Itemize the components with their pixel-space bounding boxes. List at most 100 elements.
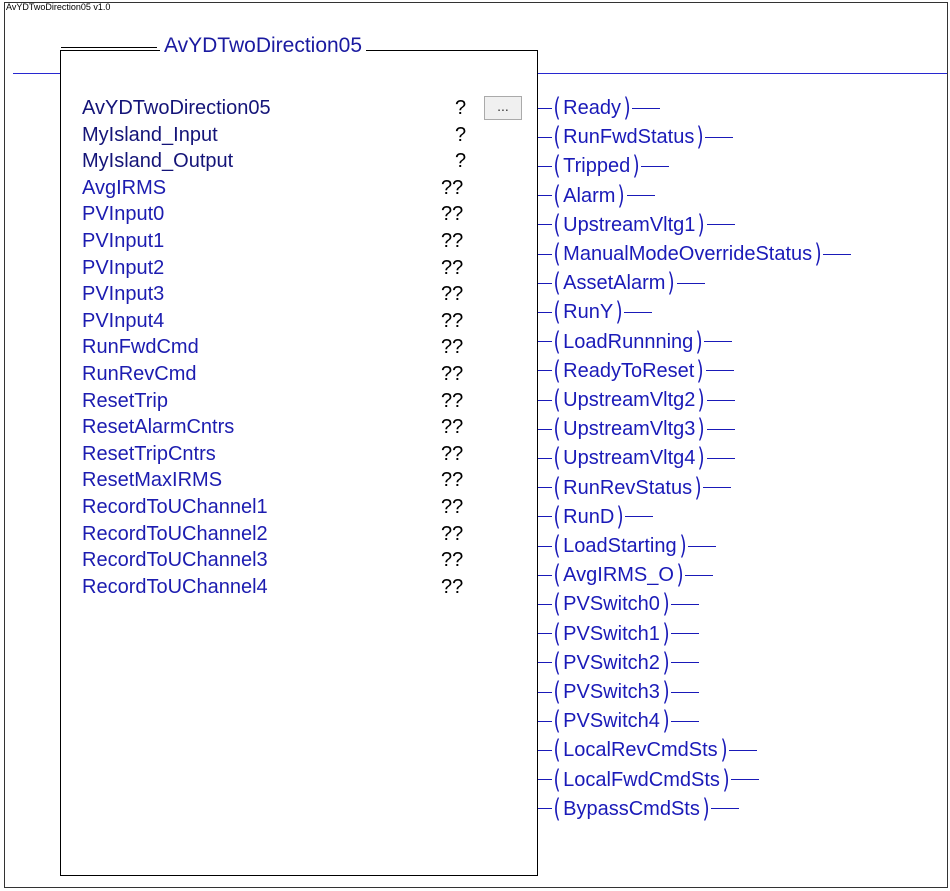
output-coil[interactable]: (UpstreamVltg4) [538,445,735,471]
output-coil[interactable]: (UpstreamVltg3) [538,416,735,442]
input-parameter-value[interactable]: ?? [441,442,463,466]
input-parameter-name[interactable]: PVInput1 [82,229,164,253]
input-parameter-value[interactable]: ?? [441,362,463,386]
output-coil[interactable]: (RunRevStatus) [538,475,732,501]
input-parameter-name[interactable]: RecordToUChannel2 [82,522,268,546]
output-coil-tag[interactable]: AvgIRMS_O [562,563,675,587]
input-parameter-value[interactable]: ?? [441,309,463,333]
coil-wire-out [624,311,653,313]
output-coil-tag[interactable]: ReadyToReset [562,359,695,383]
output-coil-tag[interactable]: LoadStarting [562,534,677,558]
output-coil[interactable]: (LocalFwdCmdSts) [538,767,760,793]
input-parameter-name[interactable]: MyIsland_Output [82,149,233,173]
input-parameter-name[interactable]: PVInput0 [82,202,164,226]
coil-wire-in [538,399,552,401]
input-parameter-name[interactable]: RecordToUChannel3 [82,548,268,572]
output-coil[interactable]: (PVSwitch2) [538,650,700,676]
output-coil-tag[interactable]: RunRevStatus [562,476,693,500]
input-parameter-name[interactable]: RunRevCmd [82,362,196,386]
output-coil[interactable]: (PVSwitch4) [538,708,700,734]
output-coil-tag[interactable]: PVSwitch4 [562,709,661,733]
output-coil[interactable]: (LoadRunnning) [538,329,733,355]
output-coil-tag[interactable]: PVSwitch0 [562,592,661,616]
coil-wire-out [671,633,700,635]
coil-wire-in [538,516,552,518]
output-coil[interactable]: (PVSwitch3) [538,679,700,705]
output-coil-tag[interactable]: LocalFwdCmdSts [562,768,721,792]
output-coil-tag[interactable]: ManualModeOverrideStatus [562,242,813,266]
output-coil[interactable]: (Ready) [538,95,661,121]
coil-wire-out [706,399,735,401]
input-parameter-value[interactable]: ? [455,149,466,173]
output-coil-tag[interactable]: LocalRevCmdSts [562,738,719,762]
coil-left-paren-icon: ( [553,560,561,591]
coil-left-paren-icon: ( [553,209,561,240]
input-parameter-value[interactable]: ?? [441,575,463,599]
output-coil-tag[interactable]: Ready [562,96,622,120]
browse-button[interactable]: ... [484,96,522,120]
input-parameter-name[interactable]: ResetAlarmCntrs [82,415,234,439]
output-coil[interactable]: (UpstreamVltg2) [538,387,735,413]
input-parameter-value[interactable]: ?? [441,522,463,546]
output-coil-tag[interactable]: PVSwitch1 [562,622,661,646]
output-coil[interactable]: (LocalRevCmdSts) [538,737,757,763]
input-parameter-value[interactable]: ?? [441,495,463,519]
input-parameter-name[interactable]: ResetTrip [82,389,168,413]
input-parameter-value[interactable]: ? [455,123,466,147]
output-coil-tag[interactable]: AssetAlarm [562,271,666,295]
input-parameter-value[interactable]: ?? [441,468,463,492]
output-coil-tag[interactable]: UpstreamVltg1 [562,213,696,237]
input-parameter-value[interactable]: ?? [441,415,463,439]
output-coil-tag[interactable]: UpstreamVltg4 [562,446,696,470]
input-parameter-value[interactable]: ?? [441,282,463,306]
input-parameter-name[interactable]: PVInput3 [82,282,164,306]
output-coil-tag[interactable]: PVSwitch3 [562,680,661,704]
input-parameter-name[interactable]: AvgIRMS [82,176,166,200]
output-coil[interactable]: (BypassCmdSts) [538,796,740,822]
input-parameter-name[interactable]: PVInput2 [82,256,164,280]
coil-wire-in [538,136,552,138]
output-coil[interactable]: (Tripped) [538,153,670,179]
output-coil[interactable]: (RunFwdStatus) [538,122,734,153]
output-coil-tag[interactable]: UpstreamVltg2 [562,388,696,412]
output-coil[interactable]: (RunY) [538,299,653,325]
output-coil-tag[interactable]: PVSwitch2 [562,651,661,675]
input-parameter-name[interactable]: RecordToUChannel1 [82,495,268,519]
coil-wire-in [538,720,552,722]
input-parameter-value[interactable]: ?? [441,202,463,226]
output-coil[interactable]: (RunD) [538,504,654,530]
input-parameter-value[interactable]: ?? [441,335,463,359]
output-coil-tag[interactable]: RunY [562,300,614,324]
output-coil-tag[interactable]: BypassCmdSts [562,797,701,821]
input-parameter-name[interactable]: RecordToUChannel4 [82,575,268,599]
output-coil[interactable]: (UpstreamVltg1) [538,209,735,240]
output-coil[interactable]: (AvgIRMS_O) [538,560,714,591]
input-parameter-value[interactable]: ?? [441,548,463,572]
output-coil[interactable]: (ReadyToReset) [538,358,734,384]
output-coil-tag[interactable]: Alarm [562,184,616,208]
output-coil[interactable]: (LoadStarting) [538,533,716,559]
input-parameter-name[interactable]: RunFwdCmd [82,335,199,359]
input-parameter-value[interactable]: ? [455,96,466,120]
input-parameter-value[interactable]: ?? [441,176,463,200]
output-coil[interactable]: (AssetAlarm) [538,270,705,296]
output-coil-tag[interactable]: Tripped [562,154,631,178]
coil-right-paren-icon: ) [617,180,626,211]
output-coil[interactable]: (PVSwitch0) [538,591,700,617]
input-parameter-name[interactable]: MyIsland_Input [82,123,218,147]
input-parameter-name[interactable]: PVInput4 [82,309,164,333]
input-parameter-value[interactable]: ?? [441,389,463,413]
output-coil[interactable]: (Alarm) [538,180,655,211]
output-coil-tag[interactable]: LoadRunnning [562,330,694,354]
output-coil-tag[interactable]: UpstreamVltg3 [562,417,696,441]
coil-left-paren-icon: ( [553,122,561,153]
output-coil[interactable]: (ManualModeOverrideStatus) [538,241,852,267]
output-coil-tag[interactable]: RunFwdStatus [562,125,695,149]
input-parameter-name[interactable]: AvYDTwoDirection05 [82,96,271,120]
output-coil-tag[interactable]: RunD [562,505,615,529]
output-coil[interactable]: (PVSwitch1) [538,621,700,647]
input-parameter-name[interactable]: ResetTripCntrs [82,442,216,466]
input-parameter-value[interactable]: ?? [441,256,463,280]
input-parameter-value[interactable]: ?? [441,229,463,253]
input-parameter-name[interactable]: ResetMaxIRMS [82,468,222,492]
